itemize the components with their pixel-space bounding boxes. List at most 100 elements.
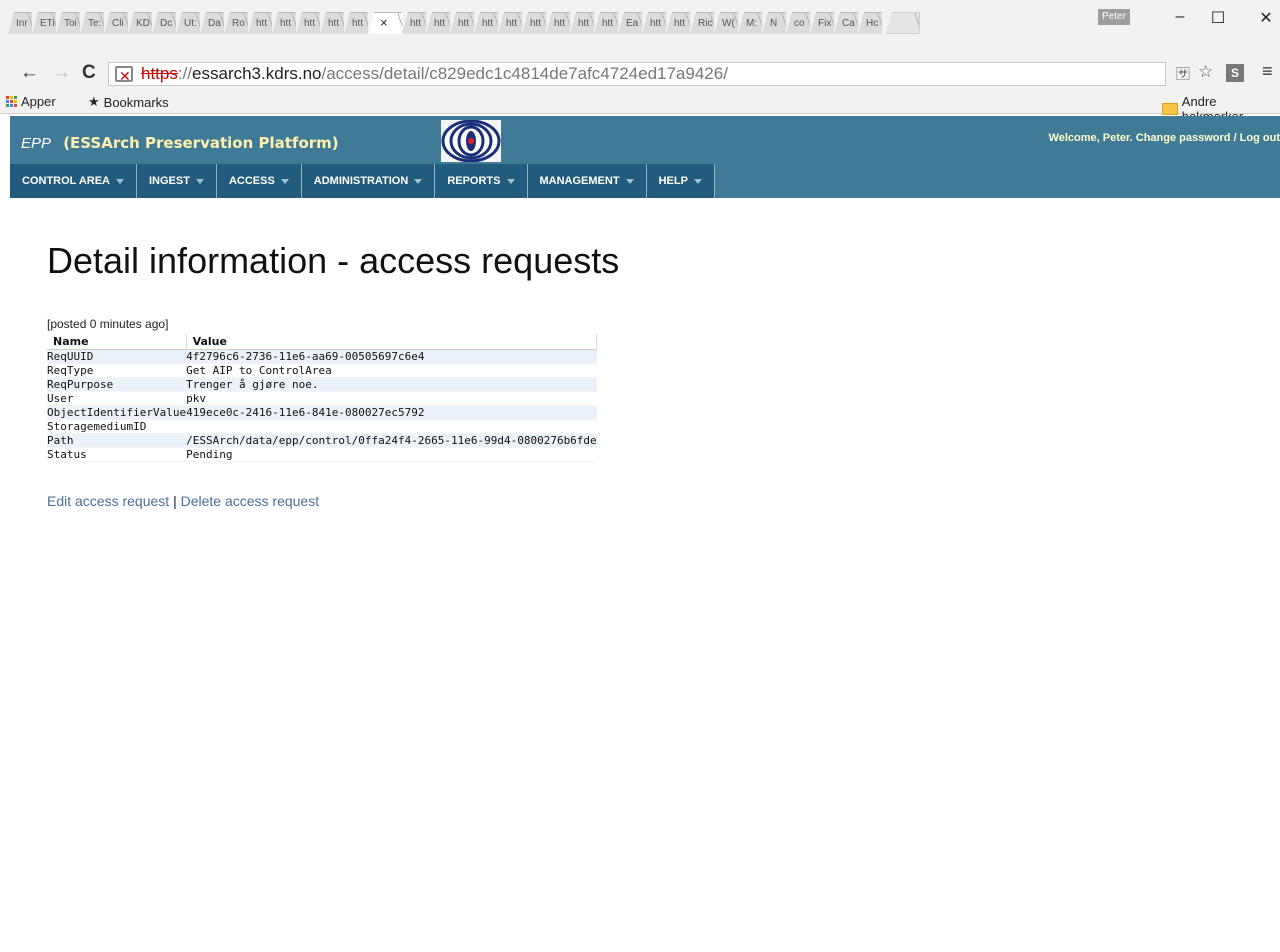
browser-tab[interactable]: co: [786, 12, 810, 34]
menu-item-label: MANAGEMENT: [539, 175, 620, 187]
browser-tab[interactable]: htt: [248, 12, 272, 34]
bookmark-star-icon[interactable]: ☆: [1198, 62, 1213, 82]
app-header: EPP (ESSArch Preservation Platform) Welc…: [10, 116, 1280, 164]
app-title[interactable]: EPP (ESSArch Preservation Platform): [21, 134, 339, 152]
field-name: Path: [47, 433, 187, 448]
detail-table: Name Value ReqUUID 4f2796c6-2736-11e6-aa6…: [47, 334, 598, 462]
table-row: Status Pending: [47, 447, 597, 462]
field-value: 4f2796c6-2736-11e6-aa69-00505697c6e4: [186, 349, 597, 364]
browser-tab[interactable]: htt: [642, 12, 666, 34]
app-full-name: (ESSArch Preservation Platform): [63, 134, 339, 152]
menu-item-label: ACCESS: [228, 175, 275, 187]
browser-tab[interactable]: htt: [344, 12, 368, 34]
field-name: StoragemediumID: [47, 419, 187, 434]
app-logo: [441, 119, 501, 163]
menu-item-help[interactable]: HELP: [646, 164, 715, 198]
browser-tab[interactable]: ETi: [32, 12, 56, 34]
reload-icon[interactable]: C: [82, 62, 96, 84]
menu-item-control-area[interactable]: CONTROL AREA: [10, 164, 137, 198]
active-tab[interactable]: ×: [368, 12, 402, 34]
profile-button[interactable]: Peter: [1098, 9, 1130, 25]
browser-tab[interactable]: htt: [402, 12, 426, 34]
browser-tab[interactable]: Te:: [80, 12, 104, 34]
main-menu: CONTROL AREA INGEST ACCESS ADMINISTRATION RE…: [10, 164, 1280, 198]
field-name: ReqType: [47, 363, 187, 378]
menu-item-management[interactable]: MANAGEMENT: [527, 164, 647, 198]
browser-tab[interactable]: Hc: [858, 12, 882, 34]
chrome-menu-icon[interactable]: ≡: [1262, 61, 1273, 82]
browser-tab[interactable]: Ric: [690, 12, 714, 34]
extension-icon[interactable]: S: [1226, 64, 1244, 82]
insecure-lock-icon[interactable]: [115, 65, 133, 87]
edit-access-request-link[interactable]: Edit access request: [47, 493, 169, 509]
delete-access-request-link[interactable]: Delete access request: [181, 493, 320, 509]
table-row: ReqPurpose Trenger å gjøre noe.: [47, 377, 597, 392]
menu-item-label: CONTROL AREA: [22, 175, 110, 187]
field-value: 419ece0c-2416-11e6-841e-080027ec5792: [186, 405, 597, 420]
browser-tab[interactable]: Cli: [104, 12, 128, 34]
browser-tab[interactable]: Da: [200, 12, 224, 34]
browser-tab[interactable]: htt: [666, 12, 690, 34]
menu-item-label: REPORTS: [447, 175, 501, 187]
browser-tab[interactable]: Ut:: [176, 12, 200, 34]
translate-icon[interactable]: 🈂: [1176, 64, 1190, 84]
posted-timestamp: [posted 0 minutes ago]: [47, 317, 169, 331]
browser-tab[interactable]: htt: [498, 12, 522, 34]
browser-tab[interactable]: htt: [296, 12, 320, 34]
browser-tab[interactable]: htt: [450, 12, 474, 34]
browser-tab[interactable]: Fix: [810, 12, 834, 34]
browser-tab[interactable]: Ea: [618, 12, 642, 34]
browser-tab[interactable]: htt: [570, 12, 594, 34]
welcome-text[interactable]: Welcome, Peter. Change password / Log ou…: [1049, 132, 1280, 144]
tab-strip: Inr ETi Toi Te: Cli KD Dc Ut: Da Ro htt htt htt htt ht…: [8, 12, 920, 34]
field-value: Pending: [186, 447, 597, 462]
browser-tab[interactable]: Ro: [224, 12, 248, 34]
browser-tab[interactable]: Dc: [152, 12, 176, 34]
column-header-name[interactable]: Name: [47, 334, 187, 350]
browser-tab[interactable]: N: [762, 12, 786, 34]
browser-tab[interactable]: KD: [128, 12, 152, 34]
table-row: ObjectIdentifierValue 419ece0c-2416-11e6-…: [47, 405, 597, 420]
forward-icon[interactable]: →: [52, 62, 71, 84]
folder-icon: [1162, 103, 1178, 115]
bookmark-apps[interactable]: Apper: [6, 94, 56, 109]
browser-tab[interactable]: htt: [426, 12, 450, 34]
browser-tab[interactable]: htt: [594, 12, 618, 34]
url-separator: ://: [177, 64, 193, 83]
browser-tab[interactable]: Ca: [834, 12, 858, 34]
url-host: essarch3.kdrs.no: [192, 64, 322, 83]
caret-down-icon: [116, 178, 124, 184]
browser-tab[interactable]: htt: [546, 12, 570, 34]
browser-tab[interactable]: Toi: [56, 12, 80, 34]
browser-tab[interactable]: Inr: [8, 12, 32, 34]
caret-down-icon: [414, 178, 423, 184]
field-name: ReqUUID: [47, 349, 187, 364]
address-bar[interactable]: https://essarch3.kdrs.no/access/detail/c…: [108, 62, 1166, 87]
field-name: ObjectIdentifierValue: [47, 405, 187, 420]
browser-tab[interactable]: M:: [738, 12, 762, 34]
menu-item-ingest[interactable]: INGEST: [137, 164, 217, 198]
field-name: User: [47, 391, 187, 406]
browser-tab[interactable]: htt: [474, 12, 498, 34]
menu-item-administration[interactable]: ADMINISTRATION: [301, 164, 436, 198]
close-button[interactable]: ✕: [1256, 8, 1276, 28]
minimize-button[interactable]: –: [1170, 8, 1190, 26]
caret-down-icon: [506, 178, 515, 184]
menu-item-access[interactable]: ACCESS: [216, 164, 302, 198]
action-links: Edit access request | Delete access requ…: [47, 493, 319, 509]
new-tab-button[interactable]: [886, 12, 920, 34]
menu-item-reports[interactable]: REPORTS: [435, 164, 528, 198]
field-value: Trenger å gjøre noe.: [186, 377, 597, 392]
browser-tab[interactable]: htt: [272, 12, 296, 34]
app-abbreviation: EPP: [21, 135, 52, 152]
browser-tab[interactable]: htt: [522, 12, 546, 34]
browser-tab[interactable]: htt: [320, 12, 344, 34]
browser-tab[interactable]: W(: [714, 12, 738, 34]
bookmarks-bar: Apper ★ Bookmarks Andre bokmerker: [0, 90, 1280, 124]
table-header-row: Name Value: [47, 334, 598, 350]
maximize-button[interactable]: ☐: [1208, 8, 1228, 28]
column-header-value[interactable]: Value: [186, 334, 598, 350]
bookmark-bookmarks[interactable]: ★ Bookmarks: [88, 94, 169, 110]
menu-item-label: ADMINISTRATION: [313, 175, 409, 187]
back-icon[interactable]: ←: [20, 62, 39, 84]
